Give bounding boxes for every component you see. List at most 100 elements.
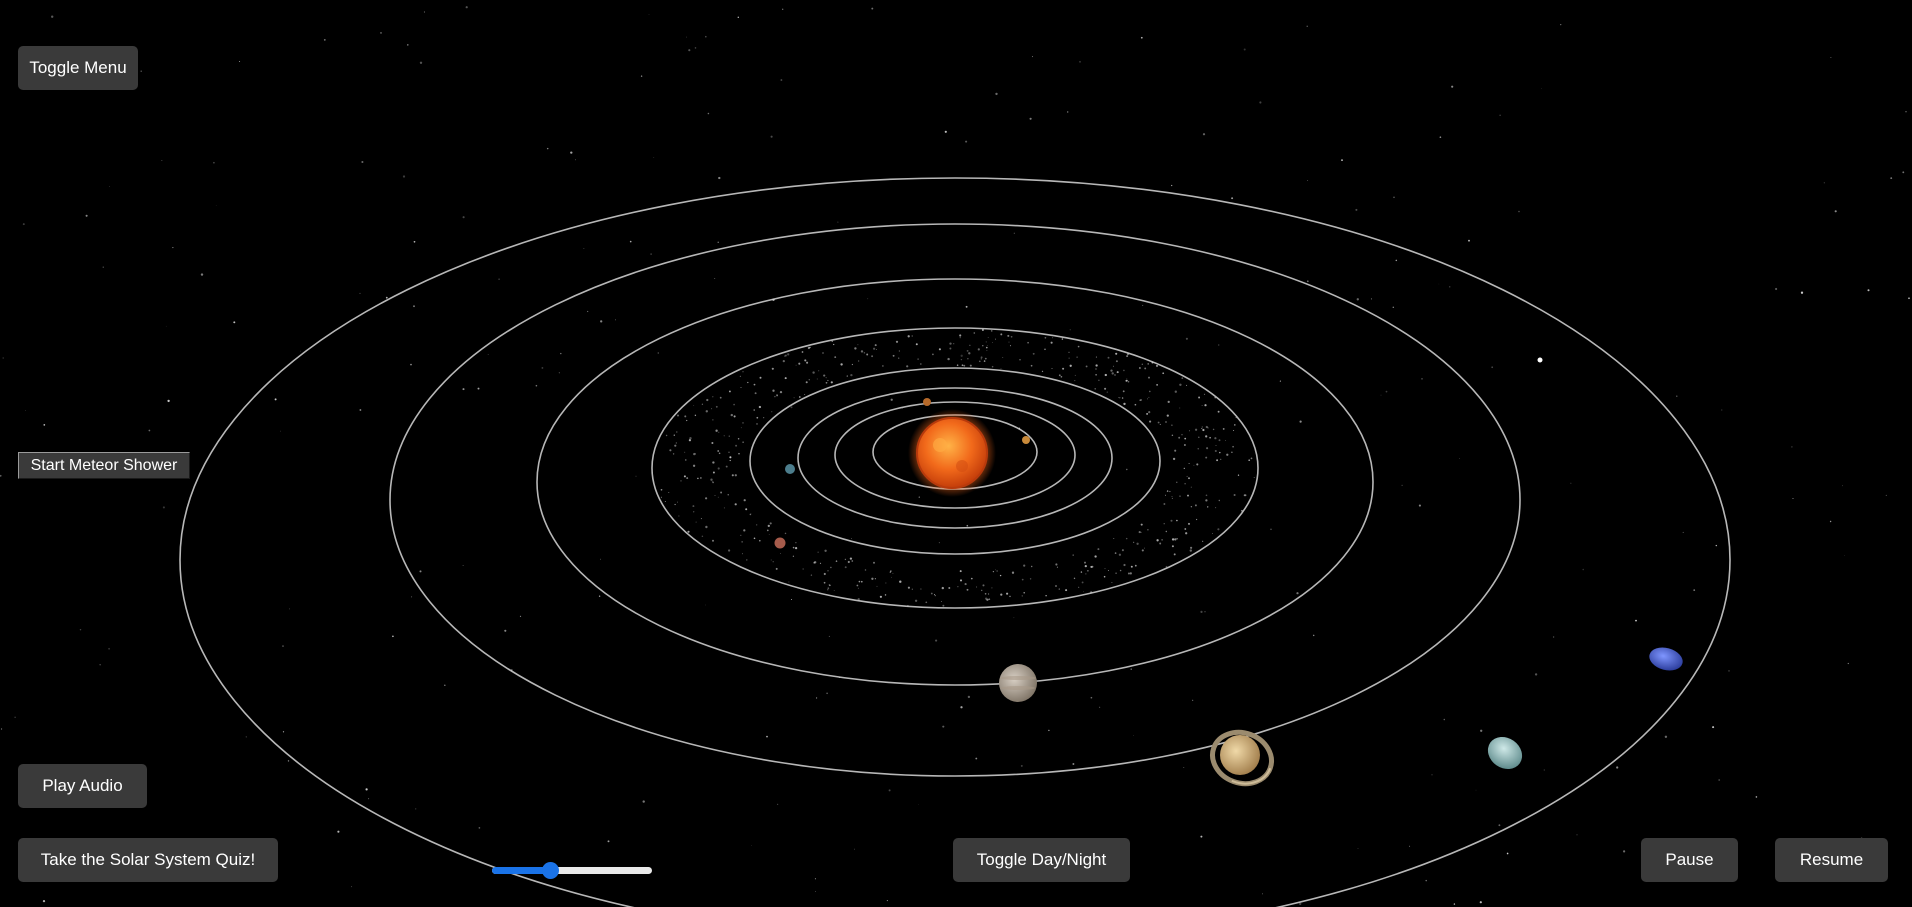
asteroid [1114, 552, 1117, 554]
asteroid [701, 535, 704, 538]
star [828, 635, 830, 637]
asteroid [1095, 364, 1098, 367]
neptune[interactable] [1647, 644, 1686, 674]
star [1234, 424, 1236, 426]
asteroid [1187, 494, 1189, 497]
star [411, 596, 413, 598]
star [1421, 378, 1423, 380]
jupiter[interactable] [999, 664, 1037, 702]
asteroid [1144, 367, 1147, 370]
star [782, 8, 784, 10]
asteroid [1103, 575, 1106, 578]
earth[interactable] [785, 464, 795, 474]
asteroid [689, 437, 692, 440]
asteroid [1011, 571, 1015, 574]
asteroid [1111, 581, 1113, 584]
asteroid [1217, 528, 1220, 531]
asteroid [1091, 565, 1094, 568]
asteroid [1171, 496, 1173, 498]
mars[interactable] [774, 537, 786, 549]
star [1020, 764, 1023, 767]
asteroid [784, 377, 787, 380]
star [541, 366, 544, 369]
star [693, 404, 695, 406]
asteroid [1060, 375, 1063, 378]
asteroid [1111, 372, 1114, 375]
asteroid [827, 379, 829, 382]
toggle-day-night-button[interactable]: Toggle Day/Night [953, 838, 1130, 882]
slider-thumb[interactable] [541, 862, 559, 879]
asteroid [1189, 549, 1192, 552]
asteroid [898, 350, 900, 352]
asteroid [805, 381, 808, 384]
star [1218, 344, 1220, 346]
asteroid [980, 356, 983, 359]
resume-button[interactable]: Resume [1775, 838, 1888, 882]
start-meteor-shower-button[interactable]: Start Meteor Shower [18, 452, 190, 479]
speed-slider[interactable] [492, 862, 652, 879]
star [1393, 196, 1395, 199]
asteroid [1045, 594, 1047, 597]
asteroid [775, 567, 778, 570]
star [22, 223, 25, 226]
venus[interactable] [1022, 436, 1030, 444]
star [657, 352, 659, 354]
asteroid [688, 439, 692, 442]
asteroid [717, 467, 720, 470]
asteroid [949, 342, 952, 345]
asteroid [1130, 565, 1133, 568]
asteroid [1078, 586, 1080, 588]
star [1380, 394, 1382, 396]
star [1279, 380, 1281, 382]
star [289, 608, 290, 610]
orbit-saturn [389, 223, 1521, 777]
asteroid [1030, 565, 1033, 568]
asteroid [1184, 437, 1187, 440]
star [359, 409, 362, 411]
asteroid [1235, 416, 1238, 419]
toggle-menu-button[interactable]: Toggle Menu [18, 46, 138, 90]
asteroid [851, 560, 854, 562]
star [1262, 893, 1263, 895]
star [1560, 23, 1562, 26]
star [24, 410, 26, 411]
star [1506, 852, 1509, 855]
asteroid [986, 350, 988, 352]
solar-system-scene[interactable] [0, 0, 1912, 907]
star [102, 266, 104, 268]
asteroid [861, 580, 863, 583]
play-audio-button[interactable]: Play Audio [18, 764, 147, 808]
asteroid [1044, 348, 1046, 351]
asteroid [1073, 577, 1076, 580]
star [351, 886, 353, 888]
asteroid [854, 347, 857, 350]
asteroid [684, 451, 686, 453]
asteroid [1201, 405, 1203, 406]
asteroid [1174, 449, 1177, 452]
saturn[interactable] [1205, 724, 1278, 792]
asteroid [1188, 462, 1190, 465]
asteroid [1209, 436, 1211, 439]
asteroid [810, 574, 813, 576]
asteroid [871, 355, 874, 358]
star [1718, 779, 1721, 781]
asteroid [793, 397, 795, 399]
asteroid [1138, 531, 1141, 534]
asteroid [1133, 541, 1135, 543]
star [935, 639, 938, 642]
asteroid [712, 419, 714, 421]
asteroid [1126, 355, 1129, 358]
pause-button[interactable]: Pause [1641, 838, 1738, 882]
star [1491, 366, 1494, 369]
asteroid [1141, 549, 1144, 552]
sun[interactable] [908, 409, 996, 497]
asteroid [746, 559, 748, 561]
solar-system-quiz-button[interactable]: Take the Solar System Quiz! [18, 838, 278, 882]
asteroid [772, 389, 775, 392]
asteroid [1148, 376, 1150, 379]
uranus[interactable] [1482, 730, 1529, 775]
mercury[interactable] [923, 398, 931, 406]
asteroid [756, 524, 758, 526]
star [714, 278, 716, 279]
star [1715, 544, 1718, 547]
